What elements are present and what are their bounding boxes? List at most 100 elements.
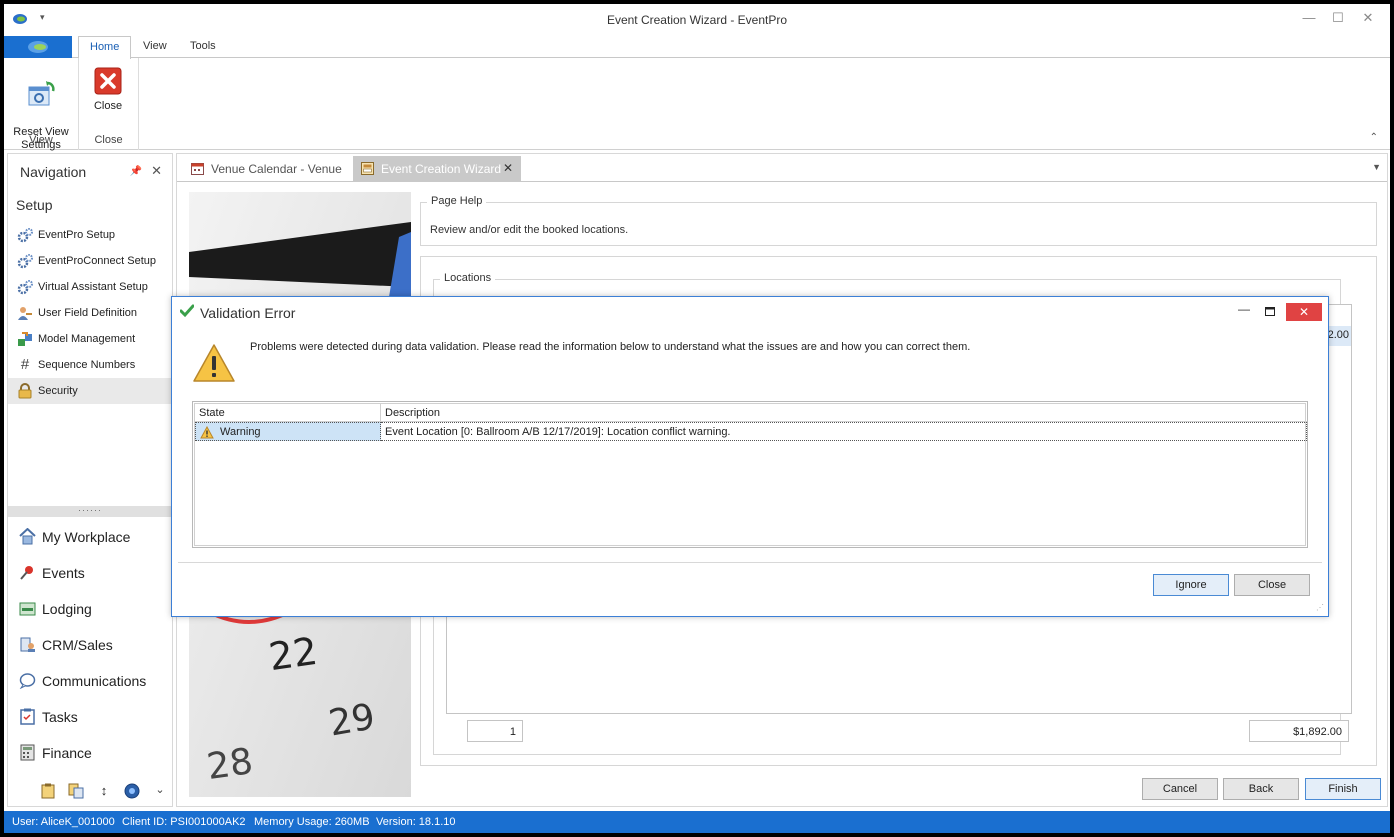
nav-item-user-field-definition[interactable]: User Field Definition (8, 300, 172, 326)
cancel-button[interactable]: Cancel (1142, 778, 1218, 800)
row-state-cell[interactable]: Warning (195, 422, 381, 441)
dialog-title-bar[interactable]: Validation Error — ✕ (172, 297, 1328, 327)
close-window-button[interactable]: ✕ (1357, 10, 1379, 28)
tabs-dropdown-icon[interactable]: ▼ (1372, 162, 1381, 172)
module-label: My Workplace (42, 529, 131, 545)
locations-caption: Locations (440, 272, 496, 284)
nav-item-label: User Field Definition (38, 307, 138, 319)
tab-view[interactable]: View (143, 40, 167, 52)
module-events[interactable]: Events (8, 558, 172, 588)
pin-icon (20, 566, 33, 580)
wizard-icon (361, 162, 374, 175)
module-label: CRM/Sales (42, 637, 113, 653)
warning-icon (193, 344, 235, 382)
validation-grid-inner: State Description Warning Event Location… (194, 403, 1307, 546)
close-ribbon-label: Close (93, 100, 123, 112)
column-header-description[interactable]: Description (381, 404, 1307, 422)
status-memory: Memory Usage: 260MB (254, 816, 370, 828)
row-description-cell[interactable]: Event Location [0: Ballroom A/B 12/17/20… (381, 422, 1307, 441)
module-lodging[interactable]: Lodging (8, 594, 172, 624)
navigation-pane: Navigation 📌 ✕ Setup EventPro Setup Even… (7, 153, 173, 807)
page-help-group: Page Help Review and/or edit the booked … (420, 195, 1377, 246)
footer-count: 1 (467, 720, 523, 742)
ribbon-body: Reset View Settings View Close Close ⌃ (4, 58, 1390, 151)
finish-button[interactable]: Finish (1305, 778, 1381, 800)
calendar-number: 22 (266, 628, 321, 680)
close-tab-icon[interactable]: ✕ (503, 161, 513, 175)
tab-label: Event Creation Wizard (381, 162, 502, 176)
tab-venue-calendar[interactable]: Venue Calendar - Venue (183, 156, 349, 182)
navigation-section-title: Setup (16, 197, 53, 213)
window-title: Event Creation Wizard - EventPro (606, 13, 788, 27)
ribbon-group-close: Close Close (79, 58, 139, 150)
nav-item-label: Virtual Assistant Setup (38, 281, 148, 293)
column-header-state[interactable]: State (195, 404, 381, 422)
gears-icon (17, 254, 33, 269)
nav-item-label: EventProConnect Setup (38, 255, 157, 267)
back-button[interactable]: Back (1223, 778, 1299, 800)
status-version: Version: 18.1.10 (376, 816, 456, 828)
calendar-icon (191, 163, 204, 175)
minimize-button[interactable]: — (1298, 10, 1320, 28)
title-bar: ▾ Event Creation Wizard - EventPro — ☐ ✕ (4, 4, 1390, 36)
module-my-workplace[interactable]: My Workplace (8, 522, 172, 552)
status-user: User: AliceK_001000 (12, 816, 115, 828)
close-pane-icon[interactable]: ✕ (151, 163, 162, 179)
sort-arrows-icon[interactable]: ↕ (96, 783, 112, 799)
chevron-down-icon[interactable]: ⌄ (152, 783, 168, 799)
status-client-id: Client ID: PSI001000AK2 (122, 816, 246, 828)
nav-item-label: Sequence Numbers (38, 359, 136, 371)
dialog-close-button[interactable]: ✕ (1286, 303, 1322, 321)
validation-error-dialog: Validation Error — ✕ Problems were detec… (171, 296, 1329, 617)
nav-item-eventproconnect-setup[interactable]: EventProConnect Setup (8, 248, 172, 274)
dialog-separator (178, 562, 1322, 563)
speech-bubble-icon (19, 673, 36, 689)
user-field-icon (18, 307, 32, 320)
check-icon (180, 304, 194, 318)
module-finance[interactable]: Finance (8, 738, 172, 768)
module-communications[interactable]: Communications (8, 666, 172, 696)
documents-icon[interactable] (68, 783, 84, 799)
nav-splitter[interactable]: ······ (8, 506, 172, 517)
pin-icon[interactable]: 📌 (130, 166, 142, 177)
dialog-maximize-button[interactable] (1260, 302, 1280, 320)
nav-item-eventpro-setup[interactable]: EventPro Setup (8, 222, 172, 248)
resize-grip-icon[interactable]: ⋰ (1316, 603, 1324, 612)
file-menu-button[interactable] (4, 36, 72, 58)
module-label: Tasks (42, 709, 78, 725)
nav-item-model-management[interactable]: Model Management (8, 326, 172, 352)
notes-icon[interactable] (40, 783, 56, 799)
module-label: Communications (42, 673, 147, 689)
footer-total: $1,892.00 (1249, 720, 1349, 742)
maximize-button[interactable]: ☐ (1327, 10, 1349, 28)
module-crm-sales[interactable]: CRM/Sales (8, 630, 172, 660)
dialog-minimize-button[interactable]: — (1234, 302, 1254, 320)
warning-small-icon (200, 426, 214, 439)
home-icon (19, 528, 36, 545)
calendar-number: 29 (325, 696, 379, 745)
globe-icon[interactable] (124, 783, 140, 799)
dialog-title: Validation Error (200, 305, 296, 321)
module-tasks[interactable]: Tasks (8, 702, 172, 732)
dialog-message: Problems were detected during data valid… (250, 341, 971, 353)
clipboard-icon (20, 708, 35, 725)
close-ribbon-button[interactable]: Close (85, 66, 131, 113)
dialog-close-action-button[interactable]: Close (1234, 574, 1310, 596)
calendar-number: 28 (204, 741, 256, 788)
nav-item-sequence-numbers[interactable]: # Sequence Numbers (8, 352, 172, 378)
tab-event-creation-wizard[interactable]: Event Creation Wizard ✕ (353, 156, 521, 182)
module-label: Events (42, 565, 85, 581)
gears-icon (17, 280, 33, 295)
reset-view-icon (28, 81, 55, 106)
tab-tools[interactable]: Tools (190, 40, 216, 52)
navigation-title: Navigation (20, 164, 87, 180)
collapse-ribbon-icon[interactable]: ⌃ (1370, 132, 1378, 143)
tab-label: Venue Calendar - Venue (211, 162, 342, 176)
tab-home[interactable]: Home (78, 36, 132, 59)
crm-icon (20, 637, 35, 652)
hash-icon: # (20, 356, 30, 373)
ribbon-group-close-label: Close (94, 134, 123, 146)
nav-item-security[interactable]: Security (8, 378, 172, 404)
ignore-button[interactable]: Ignore (1153, 574, 1229, 596)
nav-item-virtual-assistant-setup[interactable]: Virtual Assistant Setup (8, 274, 172, 300)
